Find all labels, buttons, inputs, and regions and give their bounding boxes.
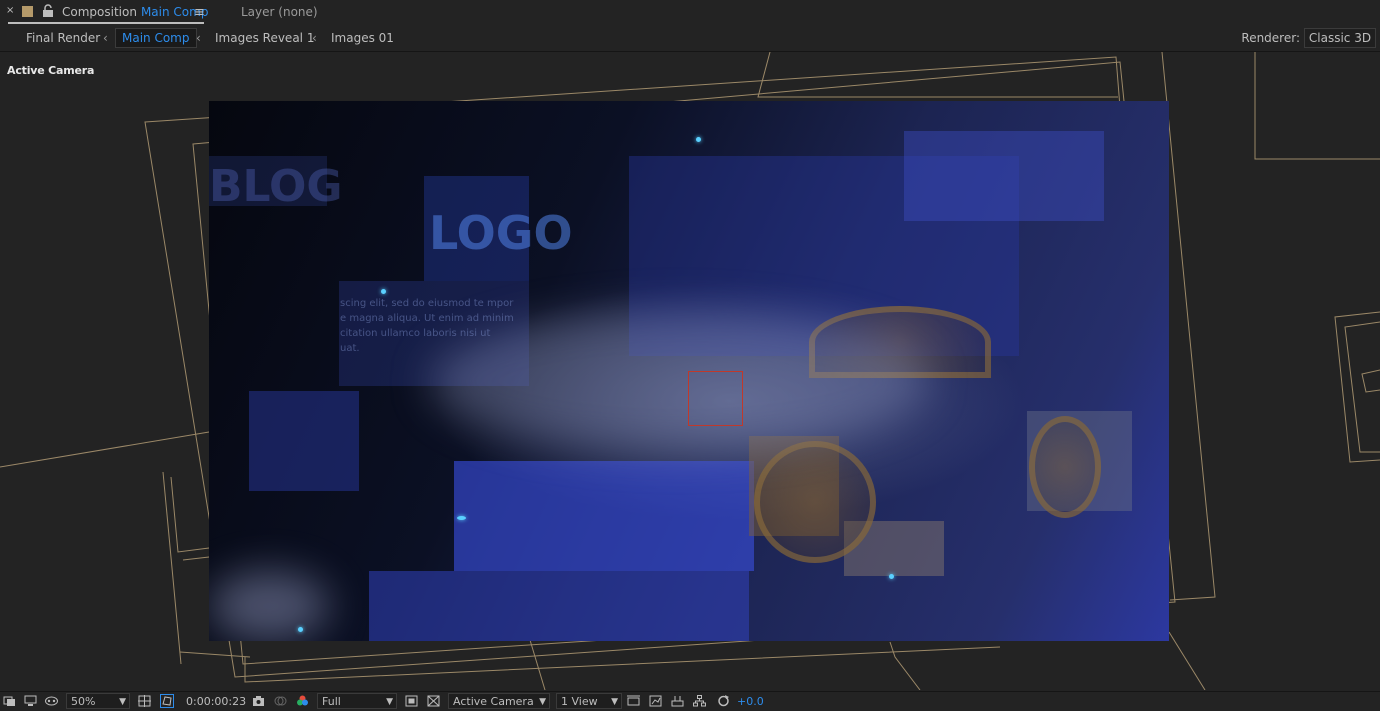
image-tile xyxy=(454,461,754,571)
frame-lorem-text: scing elit, sed do eiusmod te mpor e mag… xyxy=(340,296,514,356)
chevron-down-icon: ▼ xyxy=(119,697,126,707)
pixel-aspect-icon[interactable] xyxy=(627,695,640,707)
zoom-select[interactable]: 50% ▼ xyxy=(66,693,130,709)
always-preview-icon[interactable] xyxy=(3,695,16,707)
active-camera-label: Active Camera xyxy=(7,64,95,77)
chevron-left-icon: ‹ xyxy=(312,31,317,45)
breadcrumb-images-01[interactable]: Images 01 xyxy=(331,30,394,46)
renderer-label: Renderer: xyxy=(1241,31,1300,45)
coin-graphic xyxy=(1029,416,1101,518)
sparkle xyxy=(696,137,701,142)
chevron-down-icon: ▼ xyxy=(611,697,618,707)
sparkle xyxy=(298,627,303,632)
chevron-left-icon: ‹ xyxy=(196,31,201,45)
color-channels-icon[interactable] xyxy=(296,695,309,707)
grid-guides-icon[interactable] xyxy=(138,695,151,707)
layer-label: Layer xyxy=(241,5,275,19)
mask-icon[interactable] xyxy=(45,695,58,707)
region-of-interest-icon[interactable] xyxy=(405,695,418,707)
image-tile xyxy=(249,391,359,491)
active-tab-underline xyxy=(8,22,204,24)
lorem-line: e magna aliqua. Ut enim ad minim xyxy=(340,313,514,324)
breadcrumb-final-render[interactable]: Final Render xyxy=(26,30,100,46)
resolution-select[interactable]: Full ▼ xyxy=(317,693,397,709)
breadcrumb-main-comp[interactable]: Main Comp xyxy=(115,28,197,48)
coin-graphic xyxy=(754,441,876,563)
composition-tab[interactable]: Composition Main Comp xyxy=(62,5,208,19)
light-flare xyxy=(209,571,329,641)
sparkle xyxy=(457,516,466,520)
breadcrumb-images-reveal-1[interactable]: Images Reveal 1 xyxy=(215,30,314,46)
lorem-line: scing elit, sed do eiusmod te mpor xyxy=(340,298,514,309)
panel-menu-icon[interactable]: ≡ xyxy=(194,5,205,20)
viewer-toolbar: 50% ▼ 0:00:00:23 Full ▼ Active Camera ▼ 1 V… xyxy=(0,691,1380,711)
timeline-icon[interactable] xyxy=(671,695,684,707)
frame-text-blog: BLOG xyxy=(209,161,343,212)
composition-frame[interactable]: BLOG LOGO scing elit, sed do eiusmod te … xyxy=(209,101,1169,641)
resolution-value: Full xyxy=(322,695,341,708)
composition-prefix: Composition xyxy=(62,5,137,19)
timecode[interactable]: 0:00:00:23 xyxy=(186,694,246,709)
layer-tab[interactable]: Layer (none) xyxy=(241,5,318,19)
sparkle xyxy=(889,574,894,579)
view-layout-value: 1 View xyxy=(561,695,598,708)
transparency-grid-icon[interactable] xyxy=(427,695,440,707)
chevron-left-icon: ‹ xyxy=(103,31,108,45)
camera-view-select[interactable]: Active Camera ▼ xyxy=(448,693,550,709)
monitor-icon[interactable] xyxy=(24,695,37,707)
lorem-line: citation ullamco laboris nisi ut xyxy=(340,328,491,339)
layer-value: (none) xyxy=(278,5,318,19)
composition-breadcrumb: Final Render ‹ Main Comp ‹ Images Reveal… xyxy=(0,27,1380,52)
flowchart-icon[interactable] xyxy=(693,695,706,707)
image-tile xyxy=(904,131,1104,221)
composition-viewer[interactable]: Active Camera BLOG LOGO scing elit, sed … xyxy=(0,52,1380,690)
mask-path-icon[interactable] xyxy=(160,694,174,708)
camera-snapshot-icon[interactable] xyxy=(252,695,265,707)
fast-previews-icon[interactable] xyxy=(649,695,662,707)
chevron-down-icon: ▼ xyxy=(386,697,393,707)
lock-icon[interactable] xyxy=(42,4,54,18)
chevron-down-icon: ▼ xyxy=(539,697,546,707)
label-color-swatch[interactable] xyxy=(22,6,33,17)
exposure-value[interactable]: +0.0 xyxy=(737,694,764,709)
renderer-button[interactable]: Classic 3D xyxy=(1304,28,1376,48)
close-icon[interactable]: × xyxy=(6,6,16,16)
view-layout-select[interactable]: 1 View ▼ xyxy=(556,693,622,709)
camera-view-value: Active Camera xyxy=(453,695,534,708)
image-tile xyxy=(369,571,749,641)
sparkle xyxy=(381,289,386,294)
frame-text-logo: LOGO xyxy=(429,206,573,260)
zoom-value: 50% xyxy=(71,695,96,708)
region-of-interest-box[interactable] xyxy=(688,371,743,426)
reset-exposure-icon[interactable] xyxy=(717,695,730,707)
composition-panel-header: × Composition Main Comp ≡ Layer (none) xyxy=(0,0,1380,26)
show-snapshot-icon[interactable] xyxy=(274,695,287,707)
lorem-line: uat. xyxy=(340,343,360,354)
